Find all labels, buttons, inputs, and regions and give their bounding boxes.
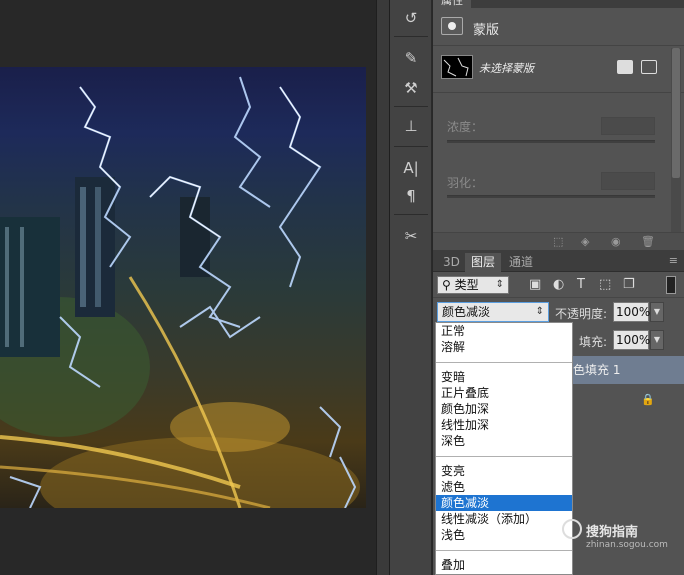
document-image[interactable] bbox=[0, 67, 366, 508]
type-filter-icon[interactable]: T bbox=[577, 277, 585, 292]
mask-state-label: 未选择蒙版 bbox=[479, 62, 534, 75]
tools-icon[interactable]: ✂ bbox=[399, 224, 423, 248]
properties-footer: ⬚ ◈ ◉ 🗑 bbox=[433, 232, 684, 250]
blend-mode-option[interactable]: 深色 bbox=[436, 433, 572, 449]
layer-filter-row: ⚲ 类型 ⇕ ▣ ◐ T ⬚ ❐ bbox=[433, 272, 684, 298]
layer-name: 色填充 1 bbox=[573, 363, 621, 377]
select-pixel-mask-button[interactable] bbox=[617, 60, 633, 74]
mask-row: 未选择蒙版 bbox=[433, 47, 684, 93]
lock-icon: 🔒 bbox=[641, 393, 655, 406]
divider bbox=[436, 362, 572, 363]
blend-mode-dropdown: 正常 溶解变暗 正片叠底 颜色加深 线性加深 深色变亮 滤色 颜色减淡 线性减淡（添加） 浅色叠加 bbox=[435, 322, 573, 575]
density-slider[interactable] bbox=[447, 140, 655, 143]
tab-properties[interactable]: 属性 bbox=[433, 0, 471, 8]
density-field[interactable] bbox=[601, 117, 655, 135]
blend-mode-option[interactable]: 溶解 bbox=[436, 339, 572, 355]
tool-presets-icon[interactable]: ⚒ bbox=[399, 76, 423, 100]
blend-mode-option[interactable]: 滤色 bbox=[436, 479, 572, 495]
properties-header: 蒙版 bbox=[433, 8, 684, 46]
filter-value: 类型 bbox=[454, 278, 479, 292]
panel-icon-strip: ↺ ✎ ⚒ ⊥ A| ¶ ✂ bbox=[390, 0, 432, 575]
tab-3d[interactable]: 3D bbox=[437, 253, 466, 272]
blend-mode-option[interactable]: 变亮 bbox=[436, 463, 572, 479]
blend-mode-option[interactable]: 颜色减淡 bbox=[436, 495, 572, 511]
blend-mode-option[interactable]: 线性减淡（添加） bbox=[436, 511, 572, 527]
fill-dropdown-button[interactable]: ▼ bbox=[650, 330, 664, 350]
mask-icon bbox=[441, 17, 463, 35]
divider bbox=[436, 550, 572, 551]
chevron-icon: ⇕ bbox=[535, 306, 544, 317]
blend-mode-option[interactable]: 颜色加深 bbox=[436, 401, 572, 417]
divider bbox=[394, 106, 428, 107]
document-canvas-area bbox=[0, 0, 376, 575]
lightning-city-artwork bbox=[0, 76, 360, 508]
panel-menu-icon[interactable]: ≡ bbox=[669, 254, 678, 267]
layers-tabbar: 3D 图层 通道 ≡ bbox=[433, 250, 684, 272]
brush-presets-icon[interactable]: ✎ bbox=[399, 46, 423, 70]
opacity-field[interactable]: 100% bbox=[613, 302, 650, 322]
properties-panel: 属性 蒙版 未选择蒙版 浓度： 羽化： ⬚ ◈ ◉ 🗑 bbox=[433, 0, 684, 250]
search-icon: ⚲ bbox=[442, 278, 451, 292]
density-label: 浓度： bbox=[447, 120, 484, 134]
trash-icon[interactable]: 🗑 bbox=[641, 235, 655, 248]
apply-mask-icon[interactable]: ◈ bbox=[581, 235, 589, 248]
divider bbox=[436, 456, 572, 457]
blend-mode-option[interactable]: 变暗 bbox=[436, 369, 572, 385]
tab-channels[interactable]: 通道 bbox=[503, 253, 539, 272]
shape-filter-icon[interactable]: ⬚ bbox=[599, 277, 611, 292]
opacity-dropdown-button[interactable]: ▼ bbox=[650, 302, 664, 322]
visibility-icon[interactable]: ◉ bbox=[611, 235, 621, 248]
feather-field[interactable] bbox=[601, 172, 655, 190]
filter-toggle[interactable] bbox=[666, 276, 676, 294]
chevron-icon: ⇕ bbox=[495, 279, 504, 290]
feather-label: 羽化： bbox=[447, 176, 484, 190]
properties-scrollbar[interactable] bbox=[671, 48, 681, 234]
canvas-scrollbar[interactable] bbox=[376, 0, 390, 575]
blend-mode-value: 颜色减淡 bbox=[442, 305, 491, 319]
fill-field[interactable]: 100% bbox=[613, 330, 650, 350]
history-icon[interactable]: ↺ bbox=[399, 6, 423, 30]
feather-slider[interactable] bbox=[447, 195, 655, 198]
blend-mode-option[interactable]: 正片叠底 bbox=[436, 385, 572, 401]
divider bbox=[394, 36, 428, 37]
clone-source-icon[interactable]: ⊥ bbox=[399, 114, 423, 138]
mask-thumbnail-art bbox=[443, 57, 469, 77]
divider bbox=[394, 214, 428, 215]
divider bbox=[394, 146, 428, 147]
sogou-logo-icon bbox=[562, 519, 582, 539]
tab-layers[interactable]: 图层 bbox=[465, 253, 502, 272]
watermark-url: zhinan.sogou.com bbox=[586, 540, 668, 550]
properties-tabbar: 属性 bbox=[433, 0, 684, 8]
blend-mode-option[interactable]: 正常 bbox=[436, 323, 572, 339]
smart-object-filter-icon[interactable]: ❐ bbox=[623, 277, 635, 292]
add-vector-mask-button[interactable] bbox=[641, 60, 657, 74]
mask-thumbnail[interactable] bbox=[441, 55, 473, 79]
scroll-thumb[interactable] bbox=[672, 48, 680, 178]
photoshop-window: ↺ ✎ ⚒ ⊥ A| ¶ ✂ 属性 蒙版 未选择蒙版 浓度： 羽化： ⬚ ◈ ◉… bbox=[0, 0, 684, 575]
layer-row[interactable]: 色填充 1 bbox=[569, 356, 684, 384]
properties-title: 蒙版 bbox=[473, 23, 500, 38]
blend-mode-option[interactable]: 叠加 bbox=[436, 557, 572, 573]
character-icon[interactable]: A| bbox=[399, 156, 423, 180]
opacity-label: 不透明度: bbox=[555, 307, 608, 321]
paragraph-icon[interactable]: ¶ bbox=[399, 184, 423, 208]
fill-label: 填充: bbox=[579, 335, 608, 349]
adjustment-filter-icon[interactable]: ◐ bbox=[553, 277, 564, 292]
layer-filter-select[interactable]: ⚲ 类型 ⇕ bbox=[437, 276, 509, 294]
image-filter-icon[interactable]: ▣ bbox=[529, 277, 541, 292]
watermark-brand: 搜狗指南 bbox=[586, 525, 639, 540]
load-selection-icon[interactable]: ⬚ bbox=[553, 235, 563, 248]
blend-mode-select[interactable]: 颜色减淡 ⇕ bbox=[437, 302, 549, 322]
blend-mode-option[interactable]: 浅色 bbox=[436, 527, 572, 543]
blend-mode-option[interactable]: 线性加深 bbox=[436, 417, 572, 433]
